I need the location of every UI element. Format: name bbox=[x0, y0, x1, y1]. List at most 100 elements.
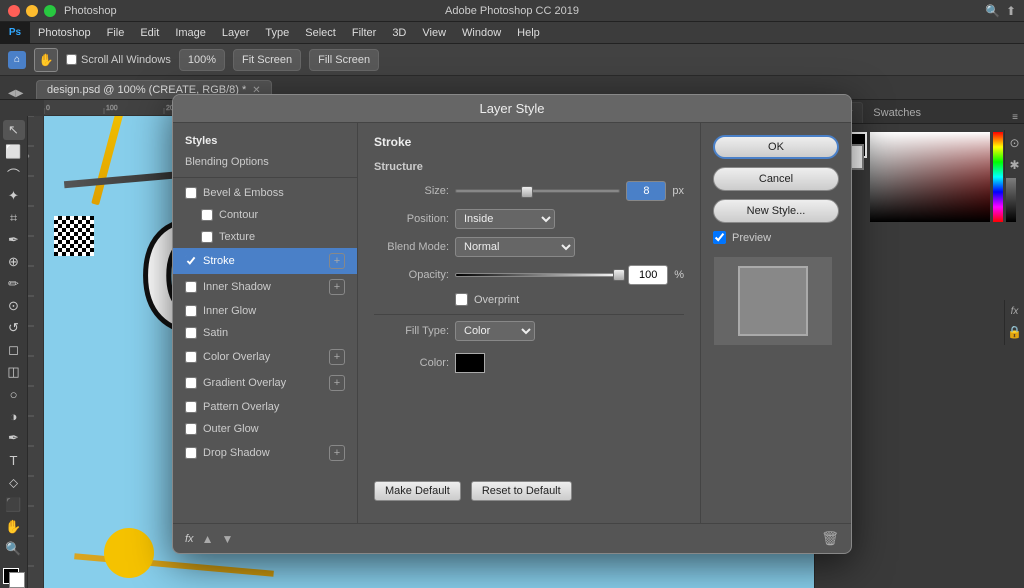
search-icon[interactable]: 🔍 bbox=[985, 4, 1000, 18]
share-icon[interactable]: ⬆ bbox=[1006, 4, 1016, 18]
ok-button[interactable]: OK bbox=[713, 135, 839, 159]
inner-shadow-item[interactable]: Inner Shadow + bbox=[173, 274, 357, 300]
menu-view[interactable]: View bbox=[414, 22, 454, 44]
gradient-overlay-item[interactable]: Gradient Overlay + bbox=[173, 370, 357, 396]
color-overlay-checkbox[interactable] bbox=[185, 351, 197, 363]
maximize-button[interactable] bbox=[44, 5, 56, 17]
texture-item[interactable]: Texture bbox=[173, 226, 357, 248]
size-input[interactable] bbox=[626, 181, 666, 201]
dialog-bottom-bar: fx ▲ ▼ 🗑 bbox=[173, 523, 851, 553]
preview-label: Preview bbox=[732, 232, 771, 244]
size-label: Size: bbox=[374, 185, 449, 197]
preview-checkbox[interactable] bbox=[713, 231, 726, 244]
gradient-overlay-plus-icon[interactable]: + bbox=[329, 375, 345, 391]
dialog-styles-panel: Styles Blending Options Bevel & Emboss C… bbox=[173, 123, 358, 523]
position-select[interactable]: Inside Outside Center bbox=[455, 209, 555, 229]
new-style-button[interactable]: New Style... bbox=[713, 199, 839, 223]
position-label: Position: bbox=[374, 213, 449, 225]
menu-select[interactable]: Select bbox=[297, 22, 344, 44]
outer-glow-item[interactable]: Outer Glow bbox=[173, 418, 357, 440]
fx-label: fx bbox=[185, 533, 194, 545]
color-overlay-plus-icon[interactable]: + bbox=[329, 349, 345, 365]
dialog-bottom-buttons: Make Default Reset to Default bbox=[374, 481, 684, 501]
overprint-checkbox[interactable] bbox=[455, 293, 468, 306]
stroke-checkbox[interactable] bbox=[185, 255, 197, 267]
drop-shadow-item[interactable]: Drop Shadow + bbox=[173, 440, 357, 466]
minimize-button[interactable] bbox=[26, 5, 38, 17]
pattern-overlay-checkbox[interactable] bbox=[185, 401, 197, 413]
blend-mode-row: Blend Mode: Normal Multiply Screen bbox=[374, 237, 684, 257]
layer-style-dialog: Layer Style Styles Blending Options Beve… bbox=[172, 94, 852, 554]
zoom-display[interactable]: 100% bbox=[179, 49, 225, 71]
drop-shadow-plus-icon[interactable]: + bbox=[329, 445, 345, 461]
ps-logo: Ps bbox=[0, 22, 30, 44]
app-name: Photoshop bbox=[64, 5, 117, 17]
size-slider[interactable] bbox=[455, 189, 620, 193]
dialog-stroke-panel: Stroke Structure Size: px Position: bbox=[358, 123, 701, 523]
texture-checkbox[interactable] bbox=[201, 231, 213, 243]
inner-glow-item[interactable]: Inner Glow bbox=[173, 300, 357, 322]
opacity-label: Opacity: bbox=[374, 269, 449, 281]
bevel-emboss-item[interactable]: Bevel & Emboss bbox=[173, 182, 357, 204]
menu-layer[interactable]: Layer bbox=[214, 22, 258, 44]
styles-header: Styles bbox=[173, 131, 357, 151]
satin-checkbox[interactable] bbox=[185, 327, 197, 339]
overprint-label: Overprint bbox=[474, 294, 519, 306]
fill-screen-button[interactable]: Fill Screen bbox=[309, 49, 379, 71]
main-area: 0 100 200 300 400 500 600 700 800 ↖ ⬜ ⌒ … bbox=[0, 100, 1024, 588]
window-title: Adobe Photoshop CC 2019 bbox=[445, 5, 579, 17]
menu-edit[interactable]: Edit bbox=[132, 22, 167, 44]
blend-mode-select[interactable]: Normal Multiply Screen bbox=[455, 237, 575, 257]
bevel-emboss-checkbox[interactable] bbox=[185, 187, 197, 199]
inner-shadow-checkbox[interactable] bbox=[185, 281, 197, 293]
dialog-overlay: Layer Style Styles Blending Options Beve… bbox=[0, 100, 1024, 588]
color-swatch[interactable] bbox=[455, 353, 485, 373]
contour-checkbox[interactable] bbox=[201, 209, 213, 221]
close-button[interactable] bbox=[8, 5, 20, 17]
stroke-item[interactable]: Stroke + bbox=[173, 248, 357, 274]
move-up-icon[interactable]: ▲ bbox=[202, 532, 214, 546]
menu-type[interactable]: Type bbox=[257, 22, 297, 44]
satin-item[interactable]: Satin bbox=[173, 322, 357, 344]
contour-item[interactable]: Contour bbox=[173, 204, 357, 226]
home-icon[interactable]: ⌂ bbox=[8, 51, 26, 69]
menu-3d[interactable]: 3D bbox=[384, 22, 414, 44]
fill-type-label: Fill Type: bbox=[374, 325, 449, 337]
gradient-overlay-checkbox[interactable] bbox=[185, 377, 197, 389]
menu-items: Photoshop File Edit Image Layer Type Sel… bbox=[30, 22, 548, 44]
scroll-all-checkbox[interactable]: Scroll All Windows bbox=[66, 54, 171, 66]
make-default-button[interactable]: Make Default bbox=[374, 481, 461, 501]
opacity-input[interactable] bbox=[628, 265, 668, 285]
cancel-button[interactable]: Cancel bbox=[713, 167, 839, 191]
menu-filter[interactable]: Filter bbox=[344, 22, 384, 44]
inner-glow-checkbox[interactable] bbox=[185, 305, 197, 317]
drop-shadow-checkbox[interactable] bbox=[185, 447, 197, 459]
hand-tool-icon[interactable]: ✋ bbox=[34, 48, 58, 72]
fill-type-select[interactable]: Color Gradient Pattern bbox=[455, 321, 535, 341]
inner-shadow-plus-icon[interactable]: + bbox=[329, 279, 345, 295]
preview-box bbox=[713, 256, 833, 346]
menu-photoshop[interactable]: Photoshop bbox=[30, 22, 99, 44]
preview-row: Preview bbox=[713, 231, 839, 244]
fit-screen-button[interactable]: Fit Screen bbox=[233, 49, 301, 71]
blending-options-item[interactable]: Blending Options bbox=[173, 151, 357, 173]
preview-inner bbox=[738, 266, 808, 336]
reset-to-default-button[interactable]: Reset to Default bbox=[471, 481, 572, 501]
overprint-row: Overprint bbox=[455, 293, 684, 306]
menu-help[interactable]: Help bbox=[509, 22, 548, 44]
opacity-slider[interactable] bbox=[455, 273, 622, 277]
menu-file[interactable]: File bbox=[99, 22, 133, 44]
size-unit: px bbox=[672, 185, 684, 197]
stroke-section-title: Stroke bbox=[374, 135, 684, 149]
move-down-icon[interactable]: ▼ bbox=[221, 532, 233, 546]
delete-style-icon[interactable]: 🗑 bbox=[821, 530, 839, 547]
stroke-plus-icon[interactable]: + bbox=[329, 253, 345, 269]
menu-image[interactable]: Image bbox=[167, 22, 214, 44]
menu-bar: Ps Photoshop File Edit Image Layer Type … bbox=[0, 22, 1024, 44]
menu-window[interactable]: Window bbox=[454, 22, 509, 44]
outer-glow-checkbox[interactable] bbox=[185, 423, 197, 435]
dialog-actions-panel: OK Cancel New Style... Preview bbox=[701, 123, 851, 523]
color-overlay-item[interactable]: Color Overlay + bbox=[173, 344, 357, 370]
pattern-overlay-item[interactable]: Pattern Overlay bbox=[173, 396, 357, 418]
dialog-title: Layer Style bbox=[479, 101, 544, 116]
